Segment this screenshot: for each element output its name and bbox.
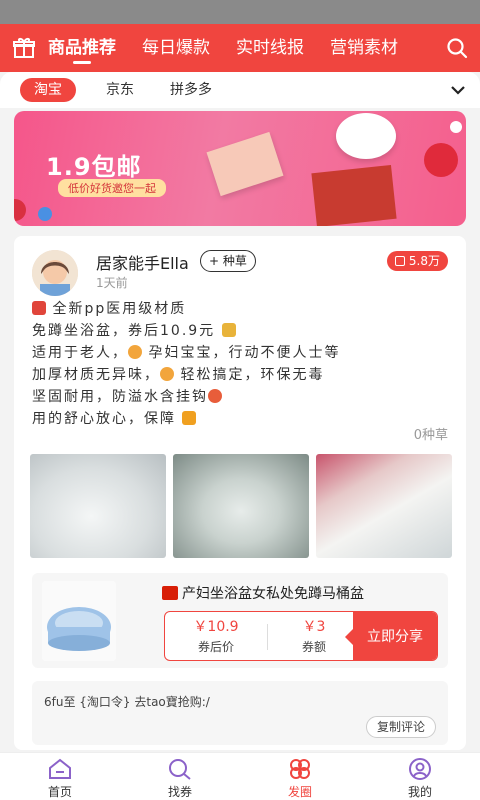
gift-icon[interactable] [12, 36, 36, 60]
top-header: 商品推荐 每日爆款 实时线报 营销素材 [0, 24, 480, 72]
home-icon [49, 758, 71, 779]
copy-comment-button[interactable]: 复制评论 [365, 716, 436, 738]
desc-line: 全新pp医用级材质 [52, 301, 187, 317]
price-box: ￥10.9 券后价 ￥3 券额 立即分享 [164, 611, 438, 661]
post-photo[interactable] [30, 454, 166, 558]
share-count-value: 5.8万 [408, 254, 440, 268]
platform-pdd[interactable]: 拼多多 [156, 78, 226, 102]
decor-ball [450, 121, 462, 133]
banner-product-image [206, 131, 284, 197]
bottom-nav: 首页 找券 发圈 我的 [0, 752, 480, 800]
post-card: 居家能手Ella + 种草 1天前 5.8万 全新pp医用级材质 免蹲坐浴盆，券… [14, 236, 466, 750]
desc-line: 加厚材质无异味， [32, 367, 160, 383]
flower-icon [290, 759, 310, 779]
plant-grass-button[interactable]: + 种草 [200, 250, 256, 272]
decor-ball [38, 207, 52, 221]
decor-ball [424, 143, 458, 177]
nav-moments[interactable]: 发圈 [260, 757, 340, 800]
banner-title: 1.9包邮 [46, 153, 142, 181]
product-title[interactable]: 产妇坐浴盆女私处免蹲马桶盆 [162, 583, 364, 603]
product-title-text: 产妇坐浴盆女私处免蹲马桶盆 [182, 586, 364, 602]
nav-home[interactable]: 首页 [20, 757, 100, 800]
post-photo[interactable] [316, 454, 452, 558]
post-description: 全新pp医用级材质 免蹲坐浴盆，券后10.9元 适用于老人， 孕妇宝宝，行动不便… [32, 298, 452, 430]
share-icon [394, 256, 405, 266]
banner-product-image [311, 164, 397, 226]
comment-box: 6fu至 {淘口令} 去tao寶抢购:/ 复制评论 [32, 681, 448, 745]
desc-line: 适用于老人， [32, 345, 128, 361]
megaphone-icon [32, 301, 46, 315]
avatar[interactable] [32, 250, 78, 296]
final-price-label: 券后价 [197, 640, 234, 654]
username[interactable]: 居家能手Ella [96, 250, 189, 274]
banner-subtitle: 低价好货邀您一起 [58, 179, 166, 197]
plant-count: 0种草 [413, 428, 448, 443]
banner-product-image [336, 113, 396, 159]
product-card[interactable]: 产妇坐浴盆女私处免蹲马桶盆 ￥10.9 券后价 ￥3 券额 立即分享 [32, 573, 448, 668]
tab-live-deals[interactable]: 实时线报 [236, 24, 304, 72]
tab-marketing[interactable]: 营销素材 [330, 24, 398, 72]
final-price: ￥10.9 券后价 [167, 616, 265, 655]
desc-line: 坚固耐用，防溢水含挂钩 [32, 389, 208, 405]
platform-taobao[interactable]: 淘宝 [20, 78, 76, 102]
balloon-icon [208, 389, 222, 403]
share-count-badge[interactable]: 5.8万 [386, 251, 448, 271]
money-bag-icon [221, 323, 236, 337]
decor-ball [14, 199, 26, 221]
platform-jd[interactable]: 京东 [92, 78, 148, 102]
post-time: 1天前 [96, 276, 128, 290]
product-image[interactable] [42, 581, 116, 661]
desc-line: 免蹲坐浴盆，券后10.9元 [32, 323, 216, 339]
coupon-search-icon [169, 759, 191, 780]
nav-home-label: 首页 [47, 785, 72, 799]
profile-icon [409, 758, 431, 780]
desc-line: 用的舒心放心，保障 [32, 411, 176, 427]
chevron-down-icon[interactable] [450, 82, 466, 98]
tmall-icon [162, 586, 178, 600]
desc-line: 轻松搞定，环保无毒 [180, 367, 325, 383]
sparkle-icon [182, 411, 197, 425]
person-icon [128, 345, 142, 359]
promo-banner[interactable]: 1.9包邮 低价好货邀您一起 [14, 111, 466, 226]
platform-bar: 淘宝 京东 拼多多 [0, 72, 480, 108]
nav-profile-label: 我的 [407, 785, 432, 799]
comment-text: 6fu至 {淘口令} 去tao寶抢购:/ [44, 695, 210, 709]
search-icon[interactable] [446, 37, 468, 59]
nav-coupons-label: 找券 [167, 785, 192, 799]
tab-recommend[interactable]: 商品推荐 [48, 24, 116, 72]
person-icon [160, 367, 174, 381]
tab-daily-hot[interactable]: 每日爆款 [142, 24, 210, 72]
nav-coupons[interactable]: 找券 [140, 757, 220, 800]
nav-moments-label: 发圈 [287, 785, 312, 799]
category-tabs: 商品推荐 每日爆款 实时线报 营销素材 [48, 24, 436, 72]
status-bar [0, 0, 480, 24]
nav-profile[interactable]: 我的 [380, 757, 460, 800]
photo-grid [30, 454, 452, 560]
share-now-button[interactable]: 立即分享 [345, 612, 437, 660]
post-photo[interactable] [173, 454, 309, 558]
final-price-value: ￥10.9 [193, 619, 239, 635]
desc-line: 孕妇宝宝，行动不便人士等 [148, 345, 341, 361]
